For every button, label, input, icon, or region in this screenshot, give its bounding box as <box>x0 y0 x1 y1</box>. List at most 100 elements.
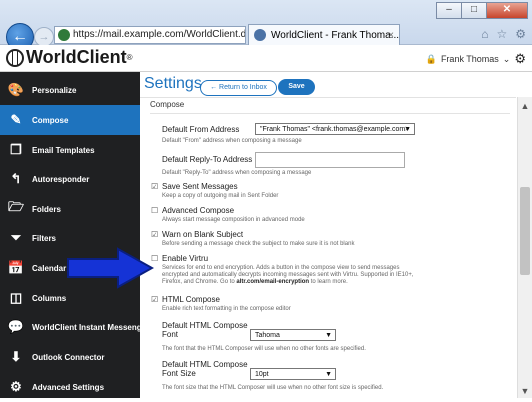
templates-icon: ❐ <box>10 142 22 157</box>
forward-button[interactable]: → <box>34 27 54 47</box>
sidebar-item-folders[interactable]: 🗁 Folders <box>0 194 140 224</box>
html-compose-desc: Enable rich text formatting in the compo… <box>162 306 291 312</box>
default-from-desc: Default "From" address when composing a … <box>162 138 302 144</box>
warn-blank-desc: Before sending a message check the subje… <box>162 241 355 247</box>
user-menu[interactable]: 🔒 Frank Thomas ⌄ ⚙ <box>426 51 526 67</box>
settings-panel: Compose Default From Address "Frank Thom… <box>140 97 516 399</box>
sidebar: 🎨 Personalize ✎ Compose ❐ Email Templates ↰ Aut… <box>0 72 149 398</box>
chevron-down-icon: ▼ <box>404 126 411 133</box>
sidebar-item-label: Personalize <box>32 85 77 95</box>
settings-gear-icon[interactable]: ⚙ <box>514 51 526 67</box>
enable-virtru-desc-2: encrypted and automatically decrypts inc… <box>162 272 414 278</box>
html-font-label: Default HTML Compose Font <box>162 321 248 339</box>
warn-blank-label: Warn on Blank Subject <box>162 230 244 239</box>
virtru-link[interactable]: altr.com/email-encryption <box>236 279 309 285</box>
html-font-size-label-1: Default HTML Compose <box>162 360 248 369</box>
scroll-up-icon[interactable]: ▲ <box>518 101 532 111</box>
tools-gear-icon[interactable]: ⚙ <box>515 27 526 41</box>
html-font-desc: The font that the HTML Composer will use… <box>162 346 366 352</box>
site-icon <box>58 29 70 41</box>
html-font-label-2: Font <box>162 330 179 339</box>
html-font-label-1: Default HTML Compose <box>162 321 248 330</box>
enable-virtru-desc-1: Services for end to end encryption. Adds… <box>162 265 400 271</box>
sidebar-item-label: Calendar <box>32 263 67 273</box>
advanced-compose-desc: Always start message composition in adva… <box>162 217 305 223</box>
logo-text: WorldClient <box>26 47 127 67</box>
page-title: Settings <box>144 75 202 92</box>
scrollbar-thumb[interactable] <box>520 187 530 275</box>
download-icon: ⬇ <box>10 349 22 364</box>
sidebar-item-personalize[interactable]: 🎨 Personalize <box>0 75 140 105</box>
sidebar-item-outlook-connector[interactable]: ⬇ Outlook Connector <box>0 342 140 372</box>
advanced-compose-checkbox[interactable]: ☐ <box>151 206 158 215</box>
tab-favicon-icon <box>254 29 266 41</box>
window-controls: – □ ✕ <box>436 2 528 19</box>
favorites-icon[interactable]: ☆ <box>496 27 507 41</box>
sidebar-item-worldclient-instant-messenger[interactable]: 💬 WorldClient Instant Messenger <box>0 312 149 342</box>
sidebar-item-label: Email Templates <box>32 145 95 155</box>
browser-tab[interactable]: WorldClient - Frank Thoma... × <box>248 24 400 45</box>
user-name: Frank Thomas <box>440 54 499 64</box>
save-sent-label: Save Sent Messages <box>162 182 238 191</box>
sidebar-item-label: Folders <box>32 204 61 214</box>
logo-mark: ® <box>126 53 133 62</box>
enable-virtru-desc-3: Firefox, and Chrome. Go to altr.com/emai… <box>162 279 348 286</box>
html-compose-label: HTML Compose <box>162 295 220 304</box>
filter-icon: ⏷ <box>10 230 22 245</box>
palette-icon: 🎨 <box>7 82 25 97</box>
warn-blank-checkbox[interactable]: ☑ <box>151 230 158 239</box>
sidebar-item-compose[interactable]: ✎ Compose <box>0 105 140 135</box>
tab-close-icon[interactable]: × <box>388 25 394 45</box>
save-button[interactable]: Save <box>278 79 315 95</box>
default-from-select[interactable]: "Frank Thomas" <frank.thomas@example.com… <box>255 123 415 135</box>
advanced-compose-label: Advanced Compose <box>162 206 235 215</box>
default-replyto-input[interactable] <box>255 152 405 168</box>
chevron-down-icon: ⌄ <box>502 53 511 64</box>
sidebar-item-label: Autoresponder <box>32 174 90 184</box>
lock-icon: 🔒 <box>425 53 437 64</box>
html-font-size-value: 10pt <box>255 371 269 378</box>
folder-icon: 🗁 <box>7 199 25 214</box>
sidebar-item-label: Compose <box>32 115 69 125</box>
globe-icon <box>6 48 24 67</box>
sidebar-item-autoresponder[interactable]: ↰ Autoresponder <box>0 164 140 194</box>
default-from-value: "Frank Thomas" <frank.thomas@example.com… <box>260 126 410 133</box>
html-font-size-select[interactable]: 10pt ▼ <box>250 368 336 380</box>
app-header: WorldClient ® 🔒 Frank Thomas ⌄ ⚙ <box>0 45 532 72</box>
save-sent-checkbox[interactable]: ☑ <box>151 182 158 191</box>
scrollbar[interactable]: ▲ ▼ <box>517 97 532 398</box>
browser-toolbar-icons: ⌂ ☆ ⚙ <box>481 27 526 41</box>
enable-virtru-label: Enable Virtru <box>162 254 209 263</box>
address-bar[interactable]: https://mail.example.com/WorldClient.dl … <box>54 26 246 44</box>
gears-icon: ⚙ <box>10 379 22 394</box>
calendar-icon: 📅 <box>7 260 25 275</box>
chevron-down-icon: ▼ <box>325 332 332 339</box>
section-heading: Compose <box>150 100 185 109</box>
columns-icon: ◫ <box>9 290 23 305</box>
scroll-down-icon[interactable]: ▼ <box>518 386 532 396</box>
chevron-down-icon: ▼ <box>325 371 332 378</box>
tab-title: WorldClient - Frank Thoma... <box>271 30 400 41</box>
sidebar-item-label: Advanced Settings <box>32 382 105 392</box>
maximize-button[interactable]: □ <box>461 2 487 19</box>
html-compose-checkbox[interactable]: ☑ <box>151 295 158 304</box>
compose-icon: ✎ <box>10 112 22 127</box>
default-replyto-desc: Default "Reply-To" address when composin… <box>162 170 312 176</box>
url-text: https://mail.example.com/WorldClient.dl <box>73 29 246 40</box>
enable-virtru-desc-post: to learn more. <box>309 279 348 285</box>
annotation-arrow-icon <box>67 247 154 289</box>
sidebar-item-label: Columns <box>32 293 67 303</box>
main-content: Settings ← Return to Inbox Save Compose … <box>140 72 532 398</box>
close-window-button[interactable]: ✕ <box>486 2 528 19</box>
html-font-select[interactable]: Tahoma ▼ <box>250 329 336 341</box>
home-icon[interactable]: ⌂ <box>481 27 488 41</box>
html-font-size-desc: The font size that the HTML Composer wil… <box>162 385 384 391</box>
minimize-button[interactable]: – <box>436 2 462 19</box>
return-to-inbox-button[interactable]: ← Return to Inbox <box>200 80 277 96</box>
section-divider <box>150 113 510 114</box>
html-font-size-label: Default HTML Compose Font Size <box>162 360 248 378</box>
worldclient-logo[interactable]: WorldClient ® <box>6 47 133 68</box>
sidebar-item-email-templates[interactable]: ❐ Email Templates <box>0 135 140 165</box>
sidebar-item-label: Outlook Connector <box>32 352 105 362</box>
default-replyto-label: Default Reply-To Address <box>162 155 253 164</box>
